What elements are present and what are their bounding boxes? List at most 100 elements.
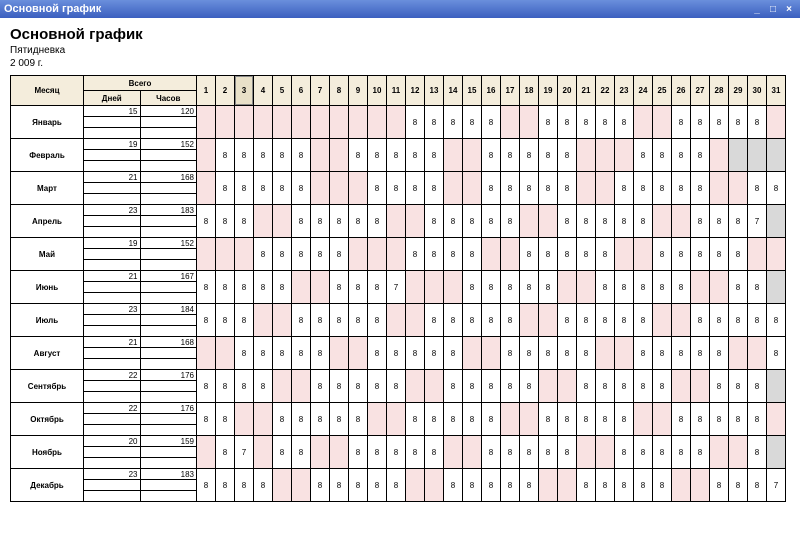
cell-11-24[interactable]: 8 [634,469,653,502]
cell-7-2[interactable] [216,337,235,370]
cell-11-2[interactable]: 8 [216,469,235,502]
cell-1-6[interactable]: 8 [292,139,311,172]
month-11-days-b[interactable] [84,480,141,491]
month-1[interactable]: Февраль [11,139,84,172]
cell-5-6[interactable] [292,271,311,304]
month-11-hours-b[interactable] [140,480,197,491]
cell-11-3[interactable]: 8 [235,469,254,502]
month-6-hours-b[interactable] [140,315,197,326]
cell-9-26[interactable]: 8 [672,403,691,436]
month-4-hours-c[interactable] [140,260,197,271]
cell-6-16[interactable]: 8 [482,304,501,337]
cell-9-13[interactable]: 8 [425,403,444,436]
cell-3-28[interactable]: 8 [710,205,729,238]
col-day-13[interactable]: 13 [425,76,444,106]
month-9-hours[interactable]: 176 [140,403,197,414]
month-2-hours[interactable]: 168 [140,172,197,183]
cell-11-16[interactable]: 8 [482,469,501,502]
col-day-5[interactable]: 5 [273,76,292,106]
cell-8-28[interactable]: 8 [710,370,729,403]
cell-5-22[interactable]: 8 [596,271,615,304]
cell-0-5[interactable] [273,106,292,139]
cell-3-16[interactable]: 8 [482,205,501,238]
month-7-days[interactable]: 21 [84,337,141,348]
cell-4-3[interactable] [235,238,254,271]
cell-2-5[interactable]: 8 [273,172,292,205]
month-1-hours-b[interactable] [140,150,197,161]
cell-10-14[interactable] [444,436,463,469]
cell-5-16[interactable]: 8 [482,271,501,304]
cell-9-12[interactable]: 8 [406,403,425,436]
cell-2-3[interactable]: 8 [235,172,254,205]
cell-2-30[interactable]: 8 [748,172,767,205]
cell-2-24[interactable]: 8 [634,172,653,205]
cell-0-27[interactable]: 8 [691,106,710,139]
cell-3-21[interactable]: 8 [577,205,596,238]
cell-3-15[interactable]: 8 [463,205,482,238]
cell-5-15[interactable]: 8 [463,271,482,304]
cell-0-12[interactable]: 8 [406,106,425,139]
cell-10-24[interactable]: 8 [634,436,653,469]
cell-5-25[interactable]: 8 [653,271,672,304]
cell-7-30[interactable] [748,337,767,370]
cell-9-14[interactable]: 8 [444,403,463,436]
cell-0-6[interactable] [292,106,311,139]
month-4-hours[interactable]: 152 [140,238,197,249]
cell-9-18[interactable] [520,403,539,436]
cell-0-23[interactable]: 8 [615,106,634,139]
cell-6-30[interactable]: 8 [748,304,767,337]
cell-2-22[interactable] [596,172,615,205]
month-4-days-c[interactable] [84,260,141,271]
cell-1-31[interactable] [767,139,786,172]
cell-5-18[interactable]: 8 [520,271,539,304]
cell-1-3[interactable]: 8 [235,139,254,172]
cell-9-10[interactable] [368,403,387,436]
cell-1-13[interactable]: 8 [425,139,444,172]
cell-11-9[interactable]: 8 [349,469,368,502]
cell-6-7[interactable]: 8 [311,304,330,337]
month-10-hours-c[interactable] [140,458,197,469]
month-8-days-b[interactable] [84,381,141,392]
cell-10-15[interactable] [463,436,482,469]
cell-4-21[interactable]: 8 [577,238,596,271]
month-5-hours[interactable]: 167 [140,271,197,282]
cell-2-4[interactable]: 8 [254,172,273,205]
month-1-days[interactable]: 19 [84,139,141,150]
cell-4-26[interactable]: 8 [672,238,691,271]
cell-7-10[interactable]: 8 [368,337,387,370]
cell-3-24[interactable]: 8 [634,205,653,238]
cell-11-26[interactable] [672,469,691,502]
cell-9-29[interactable]: 8 [729,403,748,436]
month-1-hours[interactable]: 152 [140,139,197,150]
cell-9-11[interactable] [387,403,406,436]
cell-7-21[interactable]: 8 [577,337,596,370]
cell-2-6[interactable]: 8 [292,172,311,205]
cell-7-3[interactable]: 8 [235,337,254,370]
maximize-button[interactable]: □ [766,2,780,16]
cell-6-14[interactable]: 8 [444,304,463,337]
cell-9-2[interactable]: 8 [216,403,235,436]
cell-1-27[interactable]: 8 [691,139,710,172]
cell-9-23[interactable]: 8 [615,403,634,436]
cell-0-3[interactable] [235,106,254,139]
cell-10-28[interactable] [710,436,729,469]
cell-9-30[interactable]: 8 [748,403,767,436]
month-10-hours-b[interactable] [140,447,197,458]
cell-9-27[interactable]: 8 [691,403,710,436]
cell-9-3[interactable] [235,403,254,436]
cell-4-6[interactable]: 8 [292,238,311,271]
cell-2-18[interactable]: 8 [520,172,539,205]
cell-7-12[interactable]: 8 [406,337,425,370]
cell-0-30[interactable]: 8 [748,106,767,139]
month-11-hours-c[interactable] [140,491,197,502]
month-5-hours-b[interactable] [140,282,197,293]
cell-8-1[interactable]: 8 [197,370,216,403]
cell-8-2[interactable]: 8 [216,370,235,403]
col-day-7[interactable]: 7 [311,76,330,106]
cell-2-27[interactable]: 8 [691,172,710,205]
month-7-days-b[interactable] [84,348,141,359]
cell-6-5[interactable] [273,304,292,337]
cell-8-8[interactable]: 8 [330,370,349,403]
cell-8-22[interactable]: 8 [596,370,615,403]
cell-5-13[interactable] [425,271,444,304]
